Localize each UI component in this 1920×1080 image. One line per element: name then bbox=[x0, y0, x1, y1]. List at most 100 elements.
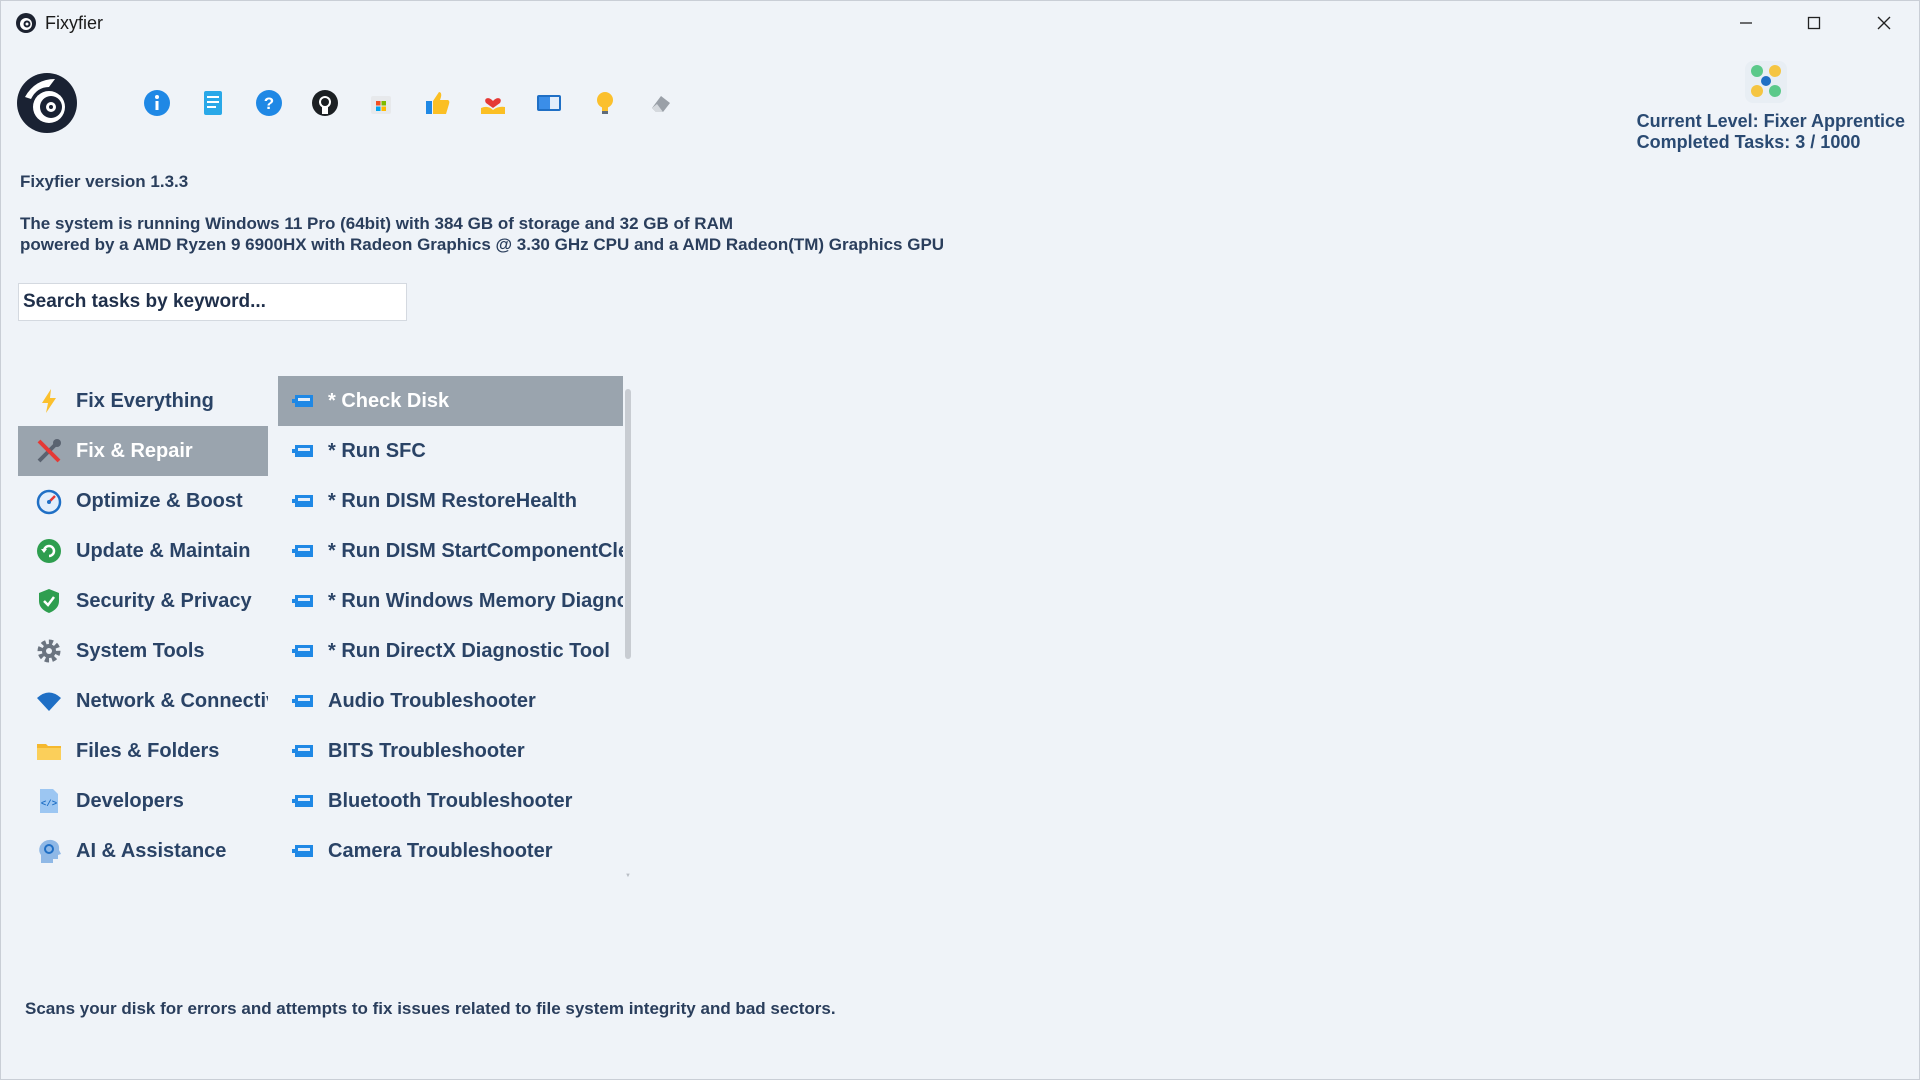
svg-text:?: ? bbox=[264, 94, 274, 113]
task-label: * Run DirectX Diagnostic Tool bbox=[328, 639, 610, 662]
clear-button[interactable] bbox=[645, 87, 677, 119]
fixyfier-logo bbox=[17, 73, 77, 133]
task-label: * Run Windows Memory Diagnostic bbox=[328, 589, 623, 612]
refresh-icon bbox=[37, 539, 61, 563]
category-label: Files & Folders bbox=[76, 739, 220, 762]
task-item[interactable]: Audio Troubleshooter bbox=[278, 676, 623, 726]
gear-icon bbox=[37, 639, 61, 663]
task-window-icon bbox=[292, 845, 313, 857]
category-security-privacy[interactable]: Security & Privacy bbox=[18, 576, 268, 626]
category-fix-everything[interactable]: Fix Everything bbox=[18, 376, 268, 426]
category-list: Fix Everything Fix & Repair Optimize & B… bbox=[18, 376, 268, 876]
task-item[interactable]: * Run Windows Memory Diagnostic bbox=[278, 576, 623, 626]
system-info-line-1: The system is running Windows 11 Pro (64… bbox=[20, 214, 734, 233]
store-button[interactable] bbox=[365, 87, 397, 119]
category-label: Fix & Repair bbox=[76, 439, 193, 462]
category-system-tools[interactable]: System Tools bbox=[18, 626, 268, 676]
category-network-connectivity[interactable]: Network & Connectivity bbox=[18, 676, 268, 726]
toolbar: ? bbox=[141, 87, 677, 119]
task-window-icon bbox=[292, 745, 313, 757]
app-logo-icon bbox=[16, 13, 36, 33]
category-label: Optimize & Boost bbox=[76, 489, 243, 512]
level-info: Current Level: Fixer Apprentice Complete… bbox=[1637, 111, 1905, 153]
task-window-icon bbox=[292, 445, 313, 457]
category-fix-repair[interactable]: Fix & Repair bbox=[18, 426, 268, 476]
maximize-button[interactable] bbox=[1779, 1, 1849, 45]
current-level: Current Level: Fixer Apprentice bbox=[1636, 111, 1905, 131]
task-label: * Check Disk bbox=[328, 389, 450, 412]
rate-button[interactable] bbox=[421, 87, 453, 119]
task-item[interactable]: * Run DISM RestoreHealth bbox=[278, 476, 623, 526]
task-label: * Run DISM RestoreHealth bbox=[328, 489, 577, 512]
completed-tasks: Completed Tasks: 3 / 1000 bbox=[1636, 132, 1861, 152]
lightbulb-icon bbox=[597, 92, 613, 114]
task-list-scrollbar[interactable]: ▼ bbox=[623, 389, 633, 879]
app-window: Fixyfier ? Current Level: Fixer Apprenti… bbox=[0, 0, 1920, 1080]
title-bar: Fixyfier bbox=[1, 1, 1919, 45]
svg-text:</>: </> bbox=[41, 799, 57, 809]
category-label: AI & Assistance bbox=[76, 839, 227, 862]
speedometer-icon bbox=[36, 489, 62, 515]
task-item[interactable]: * Check Disk bbox=[278, 376, 623, 426]
maximize-icon bbox=[1807, 16, 1821, 30]
task-label: BITS Troubleshooter bbox=[328, 739, 525, 762]
category-developers[interactable]: </> Developers bbox=[18, 776, 268, 826]
task-item[interactable]: * Run DISM StartComponentCleanup bbox=[278, 526, 623, 576]
window-mode-button[interactable] bbox=[533, 87, 565, 119]
system-info: The system is running Windows 11 Pro (64… bbox=[20, 213, 944, 255]
category-label: Fix Everything bbox=[76, 389, 214, 412]
tools-icon bbox=[37, 439, 61, 463]
task-item[interactable]: Bluetooth Troubleshooter bbox=[278, 776, 623, 826]
window-icon bbox=[537, 95, 561, 111]
tips-button[interactable] bbox=[589, 87, 621, 119]
task-description: Scans your disk for errors and attempts … bbox=[25, 999, 836, 1018]
task-window-icon bbox=[292, 545, 313, 557]
wifi-icon bbox=[37, 692, 61, 711]
minimize-button[interactable] bbox=[1711, 1, 1781, 45]
eraser-icon bbox=[652, 96, 670, 112]
task-window-icon bbox=[292, 695, 313, 707]
scroll-down-icon[interactable]: ▼ bbox=[625, 873, 631, 879]
donate-heart-icon bbox=[481, 98, 505, 114]
category-label: Security & Privacy bbox=[76, 589, 252, 612]
category-ai-assistance[interactable]: AI & Assistance bbox=[18, 826, 268, 876]
lightning-icon bbox=[42, 389, 56, 413]
donate-button[interactable] bbox=[477, 87, 509, 119]
scrollbar-thumb[interactable] bbox=[625, 389, 631, 659]
close-button[interactable] bbox=[1849, 1, 1919, 45]
category-label: Network & Connectivity bbox=[76, 689, 268, 712]
notes-icon bbox=[204, 91, 222, 115]
system-info-line-2: powered by a AMD Ryzen 9 6900HX with Rad… bbox=[20, 235, 945, 254]
category-files-folders[interactable]: Files & Folders bbox=[18, 726, 268, 776]
category-label: System Tools bbox=[76, 639, 205, 662]
close-icon bbox=[1877, 16, 1891, 30]
about-button[interactable] bbox=[141, 87, 173, 119]
code-icon: </> bbox=[40, 789, 58, 813]
task-window-icon bbox=[292, 595, 313, 607]
help-button[interactable]: ? bbox=[253, 87, 285, 119]
changelog-button[interactable] bbox=[197, 87, 229, 119]
github-icon bbox=[312, 90, 338, 116]
task-window-icon bbox=[292, 645, 313, 657]
task-list: * Check Disk * Run SFC * Run DISM Restor… bbox=[278, 376, 623, 876]
task-label: * Run DISM StartComponentCleanup bbox=[328, 539, 623, 562]
category-label: Developers bbox=[76, 789, 184, 812]
task-label: * Run SFC bbox=[328, 439, 426, 462]
search-input[interactable] bbox=[18, 283, 407, 321]
category-update-maintain[interactable]: Update & Maintain bbox=[18, 526, 268, 576]
thumbs-up-icon bbox=[426, 92, 450, 114]
ai-head-icon bbox=[39, 839, 61, 863]
category-label: Update & Maintain bbox=[76, 539, 251, 562]
task-window-icon bbox=[292, 495, 313, 507]
github-button[interactable] bbox=[309, 87, 341, 119]
windows-store-icon bbox=[371, 96, 391, 114]
task-item[interactable]: BITS Troubleshooter bbox=[278, 726, 623, 776]
help-icon: ? bbox=[256, 90, 282, 116]
task-window-icon bbox=[292, 795, 313, 807]
task-item[interactable]: Camera Troubleshooter bbox=[278, 826, 623, 876]
category-optimize-boost[interactable]: Optimize & Boost bbox=[18, 476, 268, 526]
task-item[interactable]: * Run DirectX Diagnostic Tool bbox=[278, 626, 623, 676]
task-label: Camera Troubleshooter bbox=[328, 839, 553, 862]
task-item[interactable]: * Run SFC bbox=[278, 426, 623, 476]
folder-icon bbox=[37, 744, 61, 760]
